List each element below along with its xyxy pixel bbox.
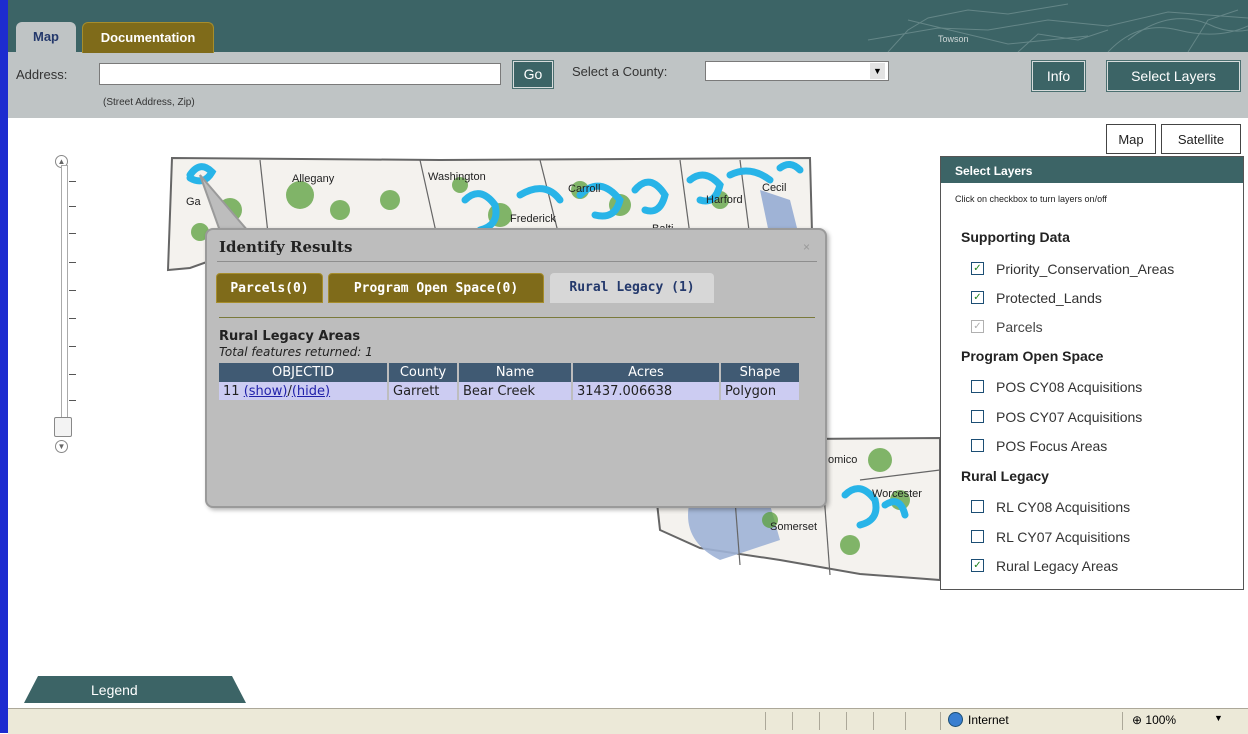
map-type-satellite-button[interactable]: Satellite [1161,124,1241,154]
zoom-tick [69,262,76,263]
map-label-somerset: Somerset [770,521,817,533]
checkbox-icon[interactable] [971,530,984,543]
layer-label: Parcels [996,319,1043,335]
objectid-value: 11 [223,383,240,399]
zoom-tick [69,181,76,182]
zoom-out-icon[interactable]: ▼ [55,440,68,453]
status-separator [873,712,874,730]
status-separator [846,712,847,730]
chevron-down-icon[interactable]: ▼ [1214,713,1223,723]
security-zone-label: Internet [968,713,1009,727]
browser-status-bar [8,708,1248,734]
cell-county: Garrett [388,382,459,400]
legend-label[interactable]: Legend [91,682,138,698]
layer-label: RL CY07 Acquisitions [996,529,1131,545]
checkbox-icon[interactable] [971,380,984,393]
status-separator [905,712,906,730]
col-county: County [388,363,459,382]
status-separator [1122,712,1123,730]
zoom-slider-handle[interactable] [54,417,72,437]
checkbox-icon[interactable] [971,410,984,423]
layers-panel-header: Select Layers [941,157,1243,183]
checkbox-checked-icon[interactable]: ✓ [971,559,984,572]
zoom-value: 100% [1145,713,1177,727]
layer-label: POS CY08 Acquisitions [996,379,1143,395]
map-label-worcester: Worcester [872,488,922,500]
cell-shape: Polygon [720,382,801,400]
checkbox-icon[interactable] [971,500,984,513]
map-label-garrett: Ga [186,196,202,208]
checkbox-icon[interactable] [971,439,984,452]
status-separator [819,712,820,730]
zoom-tick [69,233,76,234]
zoom-icon: ⊕ [1132,713,1143,727]
checkbox-disabled-icon: ✓ [971,320,984,333]
map-label-cecil: Cecil [762,182,786,194]
zoom-slider-track[interactable] [61,165,68,429]
layers-panel-hint: Click on checkbox to turn layers on/off [955,194,1107,204]
hide-link[interactable]: (hide) [292,384,330,399]
layer-label: Rural Legacy Areas [996,558,1119,574]
map-type-map-button[interactable]: Map [1106,124,1156,154]
group-supporting-data: Supporting Data [961,229,1070,245]
cell-name: Bear Creek [458,382,573,400]
map-label-harford: Harford [706,194,743,206]
layer-label: POS Focus Areas [996,438,1108,454]
map-label-frederick: Frederick [510,213,556,225]
show-link[interactable]: (show) [244,384,288,399]
col-shape: Shape [720,363,801,382]
group-program-open-space: Program Open Space [961,348,1104,364]
popup-title: Identify Results [219,238,353,256]
cell-acres: 31437.006638 [572,382,721,400]
section-subtitle: Total features returned: 1 [219,345,373,359]
col-acres: Acres [572,363,721,382]
results-table: OBJECTID County Name Acres Shape 11 (sho… [219,363,801,400]
cell-objectid: 11 (show)/(hide) [219,382,389,400]
zoom-tick [69,318,76,319]
map-label-washington: Washington [428,171,486,183]
popup-divider [217,261,817,262]
zoom-tick [69,374,76,375]
layer-label: RL CY08 Acquisitions [996,499,1131,515]
checkbox-checked-icon[interactable]: ✓ [971,262,984,275]
tab-program-open-space[interactable]: Program Open Space(0) [328,273,544,303]
zoom-tick [69,206,76,207]
zoom-tick [69,400,76,401]
layer-label: POS CY07 Acquisitions [996,409,1143,425]
status-separator [792,712,793,730]
layer-label: Priority_Conservation_Areas [996,261,1175,277]
select-layers-panel: Select Layers Click on checkbox to turn … [940,156,1244,590]
status-separator [765,712,766,730]
status-separator [940,712,941,730]
zoom-tick [69,346,76,347]
close-icon[interactable]: × [803,240,810,254]
globe-icon [948,712,963,727]
table-header-row: OBJECTID County Name Acres Shape [219,363,801,382]
tab-rural-legacy[interactable]: Rural Legacy (1) [550,273,714,303]
col-objectid: OBJECTID [219,363,389,382]
tab-parcels[interactable]: Parcels(0) [216,273,323,303]
identify-results-popup: Identify Results × Parcels(0) Program Op… [205,228,827,508]
popup-tab-separator [219,317,815,318]
map-label-wicomico: omico [828,454,857,466]
zoom-tick [69,290,76,291]
map-label-carroll: Carroll [568,183,600,195]
col-name: Name [458,363,573,382]
group-rural-legacy: Rural Legacy [961,468,1049,484]
table-row: 11 (show)/(hide) Garrett Bear Creek 3143… [219,382,801,400]
checkbox-checked-icon[interactable]: ✓ [971,291,984,304]
layer-label: Protected_Lands [996,290,1102,306]
map-label-allegany: Allegany [292,173,335,185]
section-title: Rural Legacy Areas [219,329,361,344]
zoom-level[interactable]: ⊕ 100% [1132,713,1176,727]
